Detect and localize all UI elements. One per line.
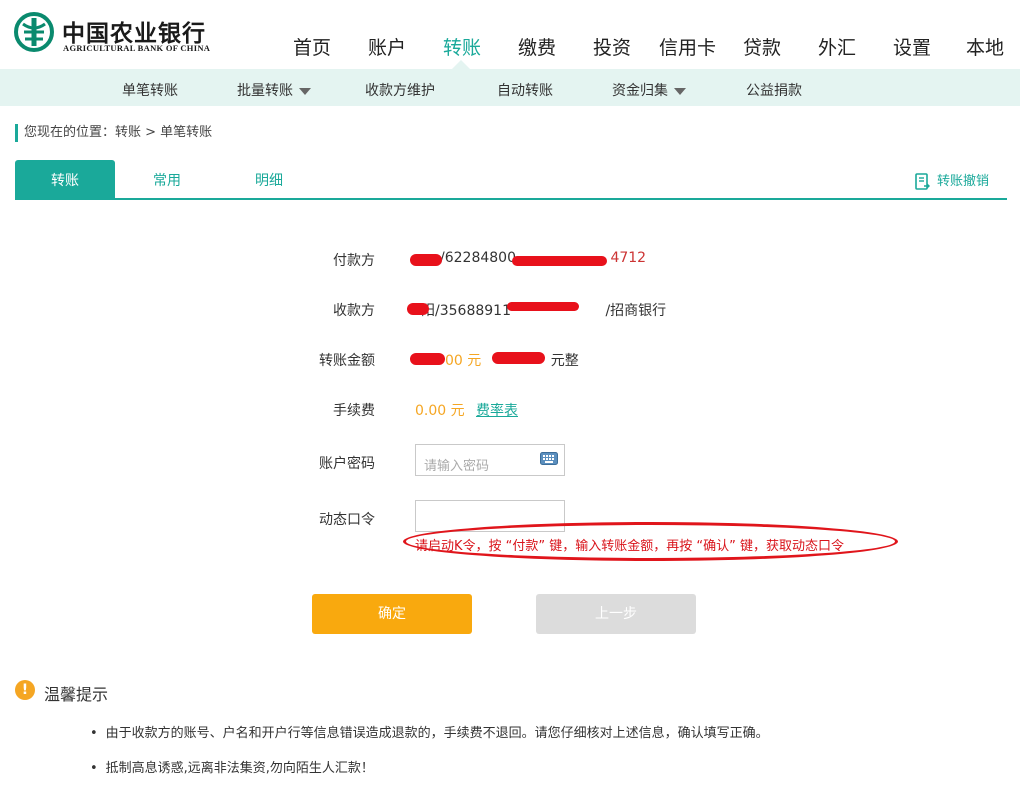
payee-account: 阳/35688911 [421,303,511,319]
tab-common[interactable]: 常用 [117,160,217,198]
subnav-charity[interactable]: 公益捐款 [746,80,802,100]
breadcrumb: 您现在的位置：转账 > 单笔转账 [15,124,212,142]
nav-account[interactable]: 账户 [368,33,406,60]
nav-transfer[interactable]: 转账 [443,33,481,60]
otp-hint: 请启动K令，按 “付款” 键，输入转账金额，再按 “确认” 键，获取动态口令 [415,539,844,554]
amount-number: 00 元 [445,353,482,369]
nav-investment[interactable]: 投资 [593,33,631,60]
password-placeholder: 请输入密码 [424,459,490,474]
confirm-button[interactable]: 确定 [312,594,472,634]
tips-title: 温馨提示 [44,685,109,704]
document-revoke-icon [915,172,930,190]
payer-value: /62284800 4712 [410,250,646,266]
chevron-down-icon [674,87,686,95]
subnav-batch-transfer[interactable]: 批量转账 [237,80,311,100]
payer-account: /62284800 [440,250,516,266]
nav-settings[interactable]: 设置 [893,33,931,60]
active-nav-pointer [452,60,470,69]
redaction-mark [507,302,579,311]
warning-icon: ! [15,680,35,700]
tab-detail[interactable]: 明细 [219,160,319,198]
password-input[interactable]: 请输入密码 [415,444,565,476]
subnav-auto-transfer[interactable]: 自动转账 [497,80,553,100]
nav-forex[interactable]: 外汇 [818,33,856,60]
subnav-fund-collection[interactable]: 资金归集 [612,80,686,100]
fee-label: 手续费 [333,403,375,419]
chevron-down-icon [299,87,311,95]
otp-label: 动态口令 [319,512,375,528]
previous-step-button[interactable]: 上一步 [536,594,696,634]
nav-loan[interactable]: 贷款 [743,33,781,60]
abc-logo-icon [14,12,54,52]
redaction-mark [410,254,442,266]
subnav-payee-maintenance[interactable]: 收款方维护 [365,80,435,100]
nav-local[interactable]: 本地 [966,33,1004,60]
fee-value: 0.00 元 [415,403,465,419]
bank-name-en: AGRICULTURAL BANK OF CHINA [63,43,211,53]
transfer-revoke-label: 转账撤销 [937,174,990,189]
redaction-mark [492,352,545,364]
payer-label: 付款方 [333,253,375,269]
payer-account-tail: 4712 [610,250,647,266]
password-label: 账户密码 [319,456,375,472]
redaction-mark [410,353,445,365]
amount-label: 转账金额 [319,353,375,369]
redaction-mark [512,256,607,266]
payee-bank: /招商银行 [605,303,667,319]
subnav-fund-collection-label: 资金归集 [612,83,668,99]
amount-in-words: 元整 [550,353,579,369]
payee-value: 阳/35688911 /招商银行 [407,300,666,320]
tab-underline [15,198,1007,200]
tip-item: 由于收款方的账号、户名和开户行等信息错误造成退款的，手续费不退回。请您仔细核对上… [90,722,769,741]
keyboard-icon[interactable] [540,452,558,466]
amount-value: 00 元 元整 [410,350,579,370]
subnav-single-transfer[interactable]: 单笔转账 [122,80,178,100]
tab-transfer[interactable]: 转账 [15,160,115,198]
tip-item: 抵制高息诱惑,远离非法集资,勿向陌生人汇款！ [90,757,374,776]
payee-label: 收款方 [333,303,375,319]
nav-payment[interactable]: 缴费 [518,33,556,60]
fee-rate-link[interactable]: 费率表 [476,400,518,420]
sub-navigation: 单笔转账 批量转账 收款方维护 自动转账 资金归集 公益捐款 [0,69,1020,106]
redaction-mark [407,303,429,315]
nav-credit-card[interactable]: 信用卡 [659,33,716,60]
nav-home[interactable]: 首页 [293,33,331,60]
bank-logo[interactable]: 中国农业银行 AGRICULTURAL BANK OF CHINA [14,12,224,56]
subnav-batch-transfer-label: 批量转账 [237,83,293,99]
transfer-revoke-link[interactable]: 转账撤销 [914,170,989,191]
